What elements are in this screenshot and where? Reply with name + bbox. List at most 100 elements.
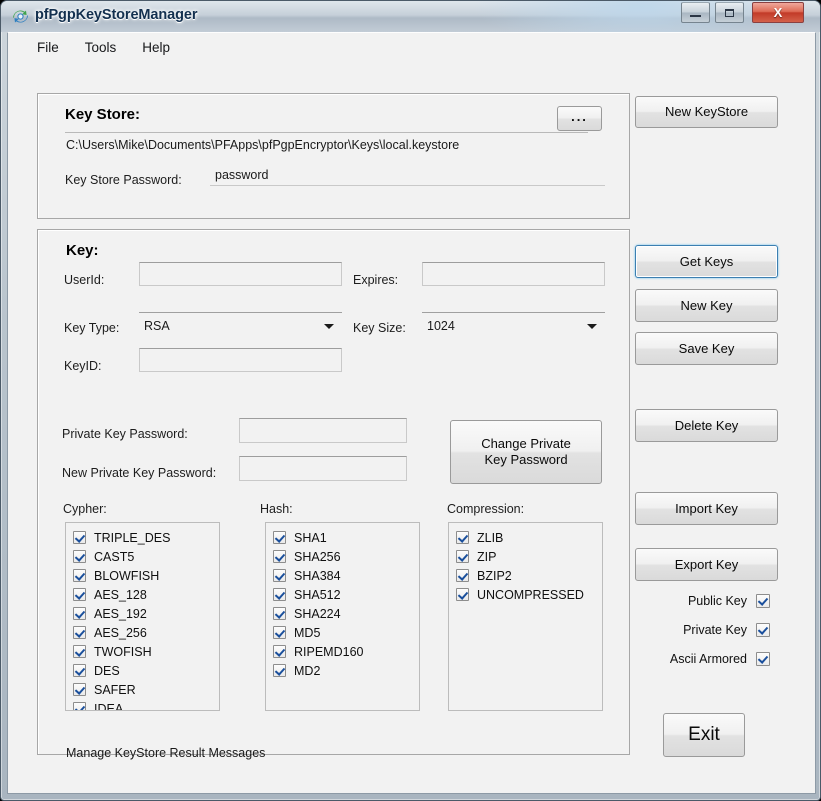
keytype-label: Key Type:	[64, 321, 120, 335]
cypher-item[interactable]: CAST5	[70, 547, 215, 566]
keysize-value: 1024	[427, 318, 455, 333]
title-bar[interactable]: pfPgpKeyStoreManager X	[1, 1, 820, 32]
keytype-select[interactable]: RSA	[139, 312, 342, 338]
compression-item[interactable]: ZIP	[453, 547, 598, 566]
hash-item[interactable]: MD5	[270, 623, 415, 642]
hash-label: MD2	[294, 663, 321, 678]
compression-item[interactable]: UNCOMPRESSED	[453, 585, 598, 604]
new-key-button[interactable]: New Key	[635, 289, 778, 322]
app-icon	[13, 10, 28, 23]
private-key-password-input[interactable]	[239, 418, 407, 443]
hash-checkbox[interactable]	[273, 588, 286, 601]
import-key-button[interactable]: Import Key	[635, 492, 778, 525]
cypher-checkbox[interactable]	[73, 531, 86, 544]
ascii-armored-option[interactable]: Ascii Armored	[658, 652, 770, 666]
minimize-button[interactable]	[681, 2, 710, 23]
keystore-path-value[interactable]: C:\Users\Mike\Documents\PFApps\pfPgpEncr…	[66, 138, 459, 152]
hash-label: SHA512	[294, 587, 341, 602]
cypher-item[interactable]: SAFER	[70, 680, 215, 699]
expires-input[interactable]	[422, 262, 605, 286]
menu-item-tools[interactable]: Tools	[72, 36, 130, 59]
compression-checklist[interactable]: ZLIB ZIP BZIP2 UNCOMPRESSED	[448, 522, 603, 711]
userid-input[interactable]	[139, 262, 342, 286]
maximize-icon	[716, 3, 743, 22]
hash-item[interactable]: MD2	[270, 661, 415, 680]
cypher-item[interactable]: AES_128	[70, 585, 215, 604]
cypher-checkbox[interactable]	[73, 626, 86, 639]
cypher-checkbox[interactable]	[73, 702, 86, 710]
hash-item[interactable]: SHA1	[270, 528, 415, 547]
hash-checklist[interactable]: SHA1 SHA256 SHA384 SHA512 SHA224 MD5 RIPEMD160…	[265, 522, 420, 711]
get-keys-button[interactable]: Get Keys	[635, 245, 778, 278]
hash-item[interactable]: SHA512	[270, 585, 415, 604]
hash-item[interactable]: RIPEMD160	[270, 642, 415, 661]
hash-item[interactable]: SHA224	[270, 604, 415, 623]
keysize-select[interactable]: 1024	[422, 312, 605, 338]
private-key-password-label: Private Key Password:	[62, 427, 188, 441]
new-keystore-button[interactable]: New KeyStore	[635, 96, 778, 128]
save-key-button[interactable]: Save Key	[635, 332, 778, 365]
cypher-checkbox[interactable]	[73, 607, 86, 620]
compression-item[interactable]: BZIP2	[453, 566, 598, 585]
hash-checkbox[interactable]	[273, 531, 286, 544]
keyid-label: KeyID:	[64, 359, 102, 373]
public-key-option[interactable]: Public Key	[658, 594, 770, 608]
chevron-down-icon[interactable]	[587, 323, 597, 329]
public-key-checkbox[interactable]	[756, 594, 770, 608]
compression-checkbox[interactable]	[456, 531, 469, 544]
cypher-checkbox[interactable]	[73, 683, 86, 696]
cypher-item[interactable]: IDEA	[70, 699, 215, 710]
cypher-item[interactable]: TRIPLE_DES	[70, 528, 215, 547]
close-button[interactable]: X	[752, 2, 804, 23]
cypher-item[interactable]: DES	[70, 661, 215, 680]
hash-item[interactable]: SHA256	[270, 547, 415, 566]
change-private-key-password-button[interactable]: Change Private Key Password	[450, 420, 602, 484]
hash-label: Hash:	[260, 502, 293, 516]
key-group-title: Key:	[66, 242, 99, 259]
exit-button[interactable]: Exit	[663, 713, 745, 757]
private-key-option[interactable]: Private Key	[658, 623, 770, 637]
cypher-checkbox[interactable]	[73, 664, 86, 677]
close-icon: X	[773, 5, 783, 20]
hash-checkbox[interactable]	[273, 550, 286, 563]
cypher-checkbox[interactable]	[73, 569, 86, 582]
private-key-label: Private Key	[683, 623, 747, 637]
cypher-item[interactable]: AES_192	[70, 604, 215, 623]
private-key-checkbox[interactable]	[756, 623, 770, 637]
delete-key-button[interactable]: Delete Key	[635, 409, 778, 442]
hash-item[interactable]: SHA384	[270, 566, 415, 585]
keyid-input[interactable]	[139, 348, 342, 372]
ascii-armored-checkbox[interactable]	[756, 652, 770, 666]
cypher-label: SAFER	[94, 682, 136, 697]
cypher-checklist[interactable]: TRIPLE_DES CAST5 BLOWFISH AES_128 AES_192 AES…	[65, 522, 220, 711]
menu-item-help[interactable]: Help	[129, 36, 183, 59]
maximize-button[interactable]	[715, 2, 744, 23]
cypher-item[interactable]: TWOFISH	[70, 642, 215, 661]
compression-label: UNCOMPRESSED	[477, 587, 584, 602]
hash-checkbox[interactable]	[273, 626, 286, 639]
compression-checkbox[interactable]	[456, 550, 469, 563]
cypher-checkbox[interactable]	[73, 645, 86, 658]
chevron-down-icon[interactable]	[324, 323, 334, 329]
compression-checkbox[interactable]	[456, 588, 469, 601]
ascii-armored-label: Ascii Armored	[669, 652, 747, 666]
cypher-label: CAST5	[94, 549, 135, 564]
compression-checkbox[interactable]	[456, 569, 469, 582]
cypher-checkbox[interactable]	[73, 550, 86, 563]
cypher-label: DES	[94, 663, 120, 678]
hash-checkbox[interactable]	[273, 569, 286, 582]
hash-checkbox[interactable]	[273, 607, 286, 620]
keystore-password-input[interactable]: password	[210, 165, 605, 186]
cypher-checkbox[interactable]	[73, 588, 86, 601]
hash-checkbox[interactable]	[273, 645, 286, 658]
export-key-button[interactable]: Export Key	[635, 548, 778, 581]
browse-keystore-button[interactable]: ...	[557, 106, 602, 131]
compression-item[interactable]: ZLIB	[453, 528, 598, 547]
menu-item-file[interactable]: File	[24, 36, 72, 59]
userid-label: UserId:	[64, 273, 105, 287]
keystore-password-label: Key Store Password:	[65, 173, 182, 187]
new-private-key-password-input[interactable]	[239, 456, 407, 481]
cypher-item[interactable]: BLOWFISH	[70, 566, 215, 585]
hash-checkbox[interactable]	[273, 664, 286, 677]
cypher-item[interactable]: AES_256	[70, 623, 215, 642]
